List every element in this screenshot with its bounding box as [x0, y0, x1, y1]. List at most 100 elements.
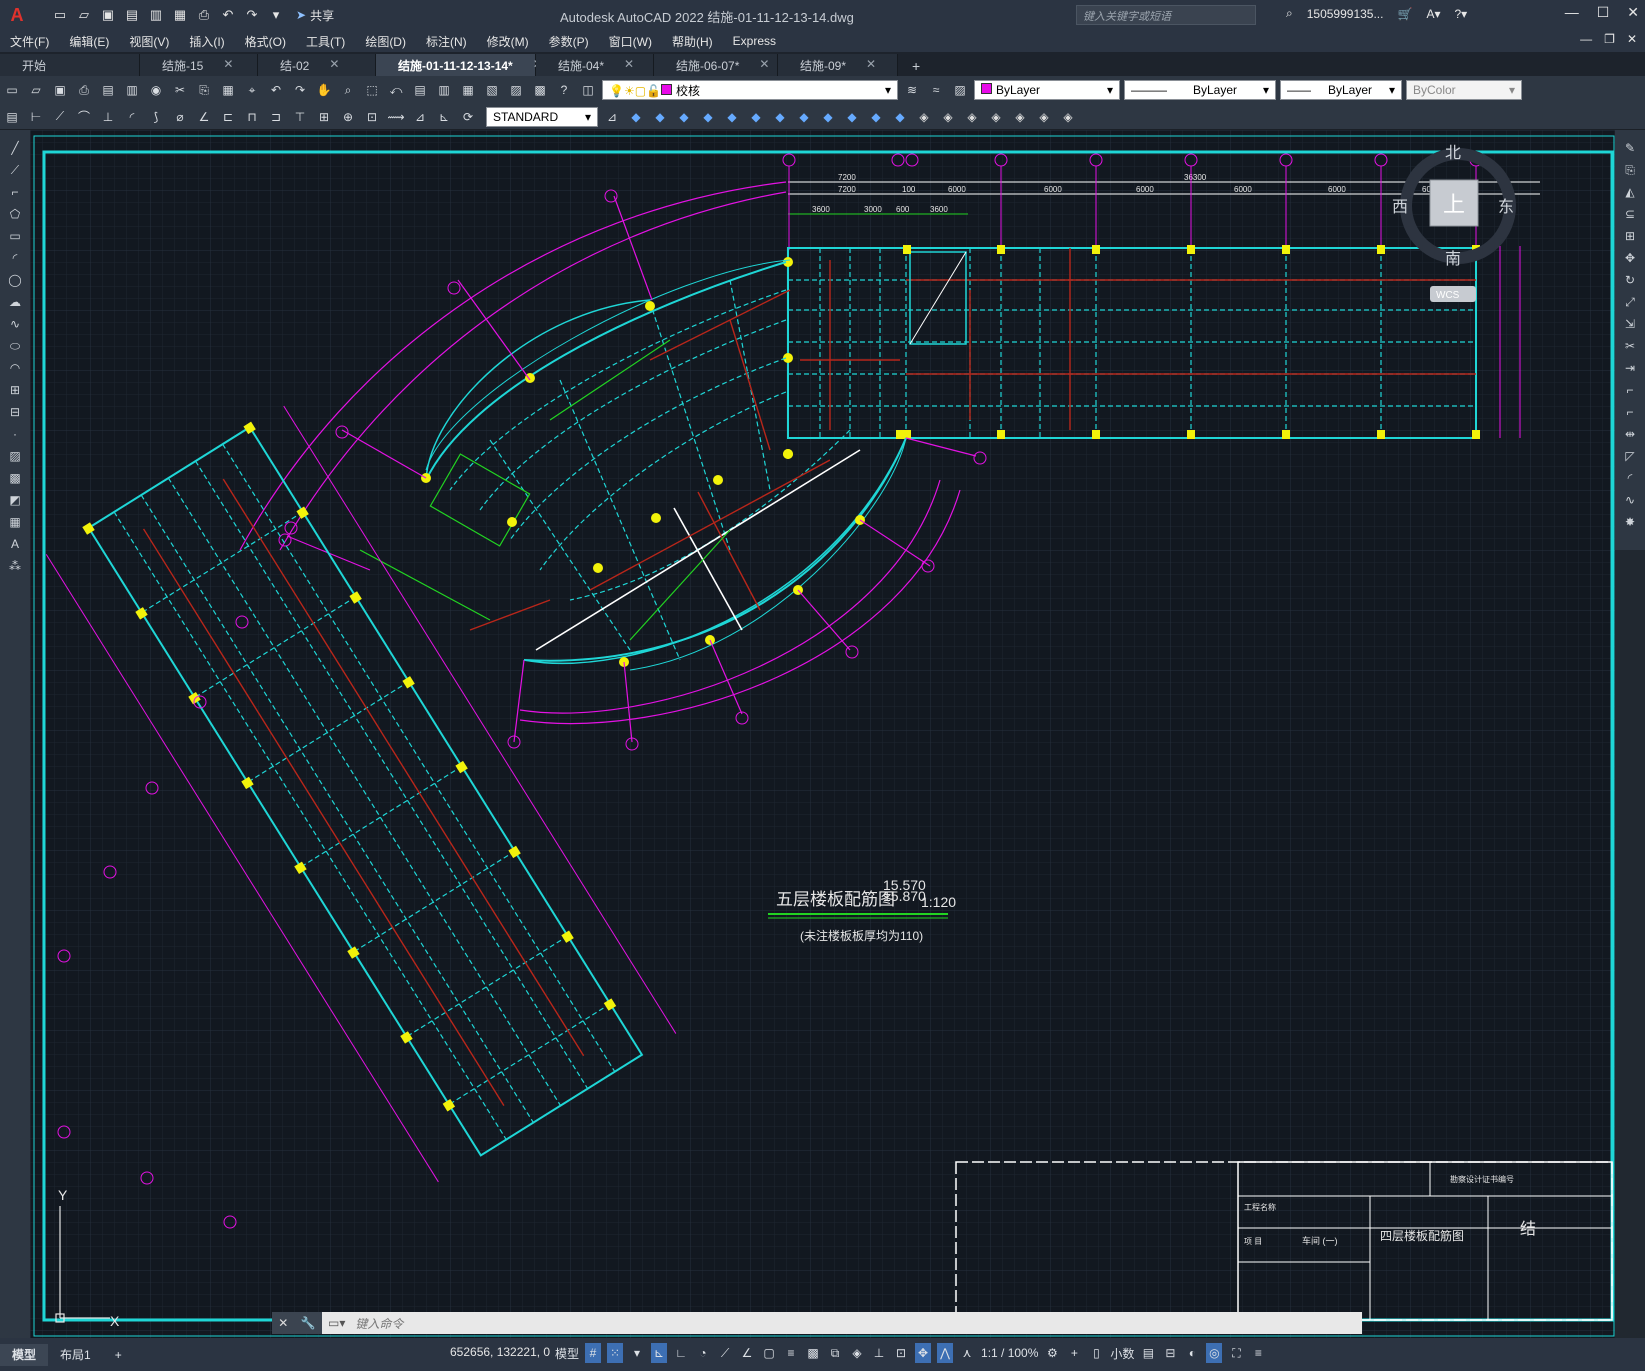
fillet-icon[interactable]: ◜: [1621, 470, 1639, 486]
3d-dwf-icon[interactable]: ◉: [146, 80, 166, 100]
trim-icon[interactable]: ✂: [1621, 338, 1639, 354]
menu-help[interactable]: 帮助(H): [662, 33, 723, 50]
menu-edit[interactable]: 编辑(E): [59, 33, 119, 50]
break-icon[interactable]: ⌐: [1621, 404, 1639, 420]
dynamic-ucs-icon[interactable]: ⊥: [871, 1343, 887, 1363]
dimtedit-icon[interactable]: ⊾: [434, 107, 454, 127]
radius-icon[interactable]: ◜: [122, 107, 142, 127]
scale-icon[interactable]: ⤢: [1621, 294, 1639, 310]
copy-icon[interactable]: ⎘: [194, 80, 214, 100]
doc-restore-icon[interactable]: ❐: [1604, 32, 1615, 46]
menu-dimension[interactable]: 标注(N): [416, 33, 477, 50]
mirror-icon[interactable]: ◭: [1621, 184, 1639, 200]
cone-icon[interactable]: ◆: [698, 107, 718, 127]
close-icon[interactable]: ✕: [278, 1316, 288, 1330]
tab-model[interactable]: 模型: [0, 1343, 49, 1366]
section-icon[interactable]: ◈: [1010, 107, 1030, 127]
dimstyle-dropdown[interactable]: STANDARD ▾: [486, 106, 598, 127]
tab-start[interactable]: 开始: [0, 54, 140, 76]
extrude-icon[interactable]: ◆: [794, 107, 814, 127]
gradient-icon[interactable]: ▩: [6, 470, 24, 486]
arc-icon[interactable]: ◜: [6, 250, 24, 266]
tab-structure-02[interactable]: 结-02 ✕: [258, 54, 376, 76]
menu-draw[interactable]: 绘图(D): [355, 33, 416, 50]
annotation-visibility-icon[interactable]: ⋀: [937, 1343, 954, 1363]
dimedit-icon[interactable]: ⊿: [410, 107, 430, 127]
plot-icon[interactable]: ⎙: [194, 5, 214, 25]
undo-icon[interactable]: ↶: [266, 80, 286, 100]
explode-icon[interactable]: ✸: [1621, 514, 1639, 530]
doc-minimize-icon[interactable]: —: [1580, 32, 1592, 46]
move-icon[interactable]: ✥: [1621, 250, 1639, 266]
extract-edges-icon[interactable]: ◈: [1034, 107, 1054, 127]
inspect-icon[interactable]: ⊡: [362, 107, 382, 127]
autocad-logo-icon[interactable]: A: [6, 4, 28, 26]
match-properties-icon[interactable]: ⌖: [242, 80, 262, 100]
imprint-icon[interactable]: ◈: [1058, 107, 1078, 127]
zoom-realtime-icon[interactable]: ⌕: [338, 80, 358, 100]
polar-icon[interactable]: ◔: [695, 1343, 711, 1363]
spline-icon[interactable]: ∿: [6, 316, 24, 332]
new-icon[interactable]: ▭: [50, 5, 70, 25]
ortho-icon[interactable]: ∟: [673, 1343, 689, 1363]
join-icon[interactable]: ⇹: [1621, 426, 1639, 442]
rectangle-icon[interactable]: ▭: [6, 228, 24, 244]
dimstyle-manager-icon[interactable]: ⊿: [602, 107, 622, 127]
add-layout-icon[interactable]: +: [103, 1344, 134, 1366]
drawing-canvas[interactable]: 7200 7200 100 6000 6000 6000 6000 6000 6…: [30, 130, 1615, 1338]
lock-ui-icon[interactable]: ⊟: [1162, 1343, 1178, 1363]
osnap-icon[interactable]: ▢: [761, 1343, 777, 1363]
table-icon[interactable]: ▦: [6, 514, 24, 530]
search-icon[interactable]: ⌕: [1286, 6, 1293, 21]
copy-object-icon[interactable]: ⎘: [1621, 162, 1639, 178]
auto-scale-icon[interactable]: ⋏: [959, 1343, 975, 1363]
new-tab-icon[interactable]: +: [898, 56, 934, 76]
layer-properties-icon[interactable]: ◫: [578, 80, 598, 100]
isodraft-icon[interactable]: ⟋: [717, 1343, 733, 1363]
pan-icon[interactable]: ✋: [314, 80, 334, 100]
menu-insert[interactable]: 插入(I): [179, 33, 234, 50]
revcloud-icon[interactable]: ☁: [6, 294, 24, 310]
arc-length-icon[interactable]: ⌒: [74, 107, 94, 127]
command-line[interactable]: ✕ 🔧 ▭▾ 键入命令: [272, 1312, 1362, 1334]
save-icon[interactable]: ▣: [50, 80, 70, 100]
menu-tools[interactable]: 工具(T): [296, 33, 355, 50]
polygon-icon[interactable]: ⬠: [6, 206, 24, 222]
rotate-icon[interactable]: ↻: [1621, 272, 1639, 288]
open-icon[interactable]: ▱: [26, 80, 46, 100]
cylinder-icon[interactable]: ◆: [674, 107, 694, 127]
undo-icon[interactable]: ↶: [218, 5, 238, 25]
open-icon[interactable]: ▱: [74, 5, 94, 25]
lineweight-dropdown[interactable]: —— ByLayer ▾: [1280, 80, 1402, 100]
presspull-icon[interactable]: ◆: [890, 107, 910, 127]
tab-close-icon[interactable]: ✕: [223, 57, 233, 76]
snap-icon[interactable]: ⁙: [607, 1343, 624, 1363]
layer-dropdown[interactable]: 💡☀▢🔓 校核 ▾: [602, 80, 898, 100]
line-icon[interactable]: ╱: [6, 140, 24, 156]
polyline-icon[interactable]: ⌐: [6, 184, 24, 200]
make-current-icon[interactable]: ≋: [902, 80, 922, 100]
tab-structure-09[interactable]: 结施-09* ✕: [778, 54, 898, 76]
ellipse-arc-icon[interactable]: ◠: [6, 360, 24, 376]
point-icon[interactable]: ·: [6, 426, 24, 442]
help-search-input[interactable]: 键入关键字或短语: [1076, 5, 1256, 25]
blend-icon[interactable]: ∿: [1621, 492, 1639, 508]
mtext-icon[interactable]: A: [6, 536, 24, 552]
construction-line-icon[interactable]: ⟋: [6, 162, 24, 178]
menu-express[interactable]: Express: [723, 34, 786, 48]
sweep-icon[interactable]: ◆: [842, 107, 862, 127]
plotstyle-dropdown[interactable]: ByColor ▾: [1406, 80, 1522, 100]
user-account[interactable]: 1505999135...: [1307, 7, 1384, 21]
lineweight-icon[interactable]: ≡: [783, 1343, 799, 1363]
make-block-icon[interactable]: ⊟: [6, 404, 24, 420]
doc-close-icon[interactable]: ✕: [1627, 32, 1637, 46]
offset-icon[interactable]: ⊆: [1621, 206, 1639, 222]
customize-icon[interactable]: ▾: [266, 5, 286, 25]
slice-icon[interactable]: ◈: [986, 107, 1006, 127]
units-value[interactable]: 小数: [1110, 1343, 1134, 1363]
diameter-icon[interactable]: ⌀: [170, 107, 190, 127]
help-icon[interactable]: ?: [554, 80, 574, 100]
insert-block-icon[interactable]: ⊞: [6, 382, 24, 398]
save-icon[interactable]: ▣: [98, 5, 118, 25]
menu-modify[interactable]: 修改(M): [477, 33, 539, 50]
